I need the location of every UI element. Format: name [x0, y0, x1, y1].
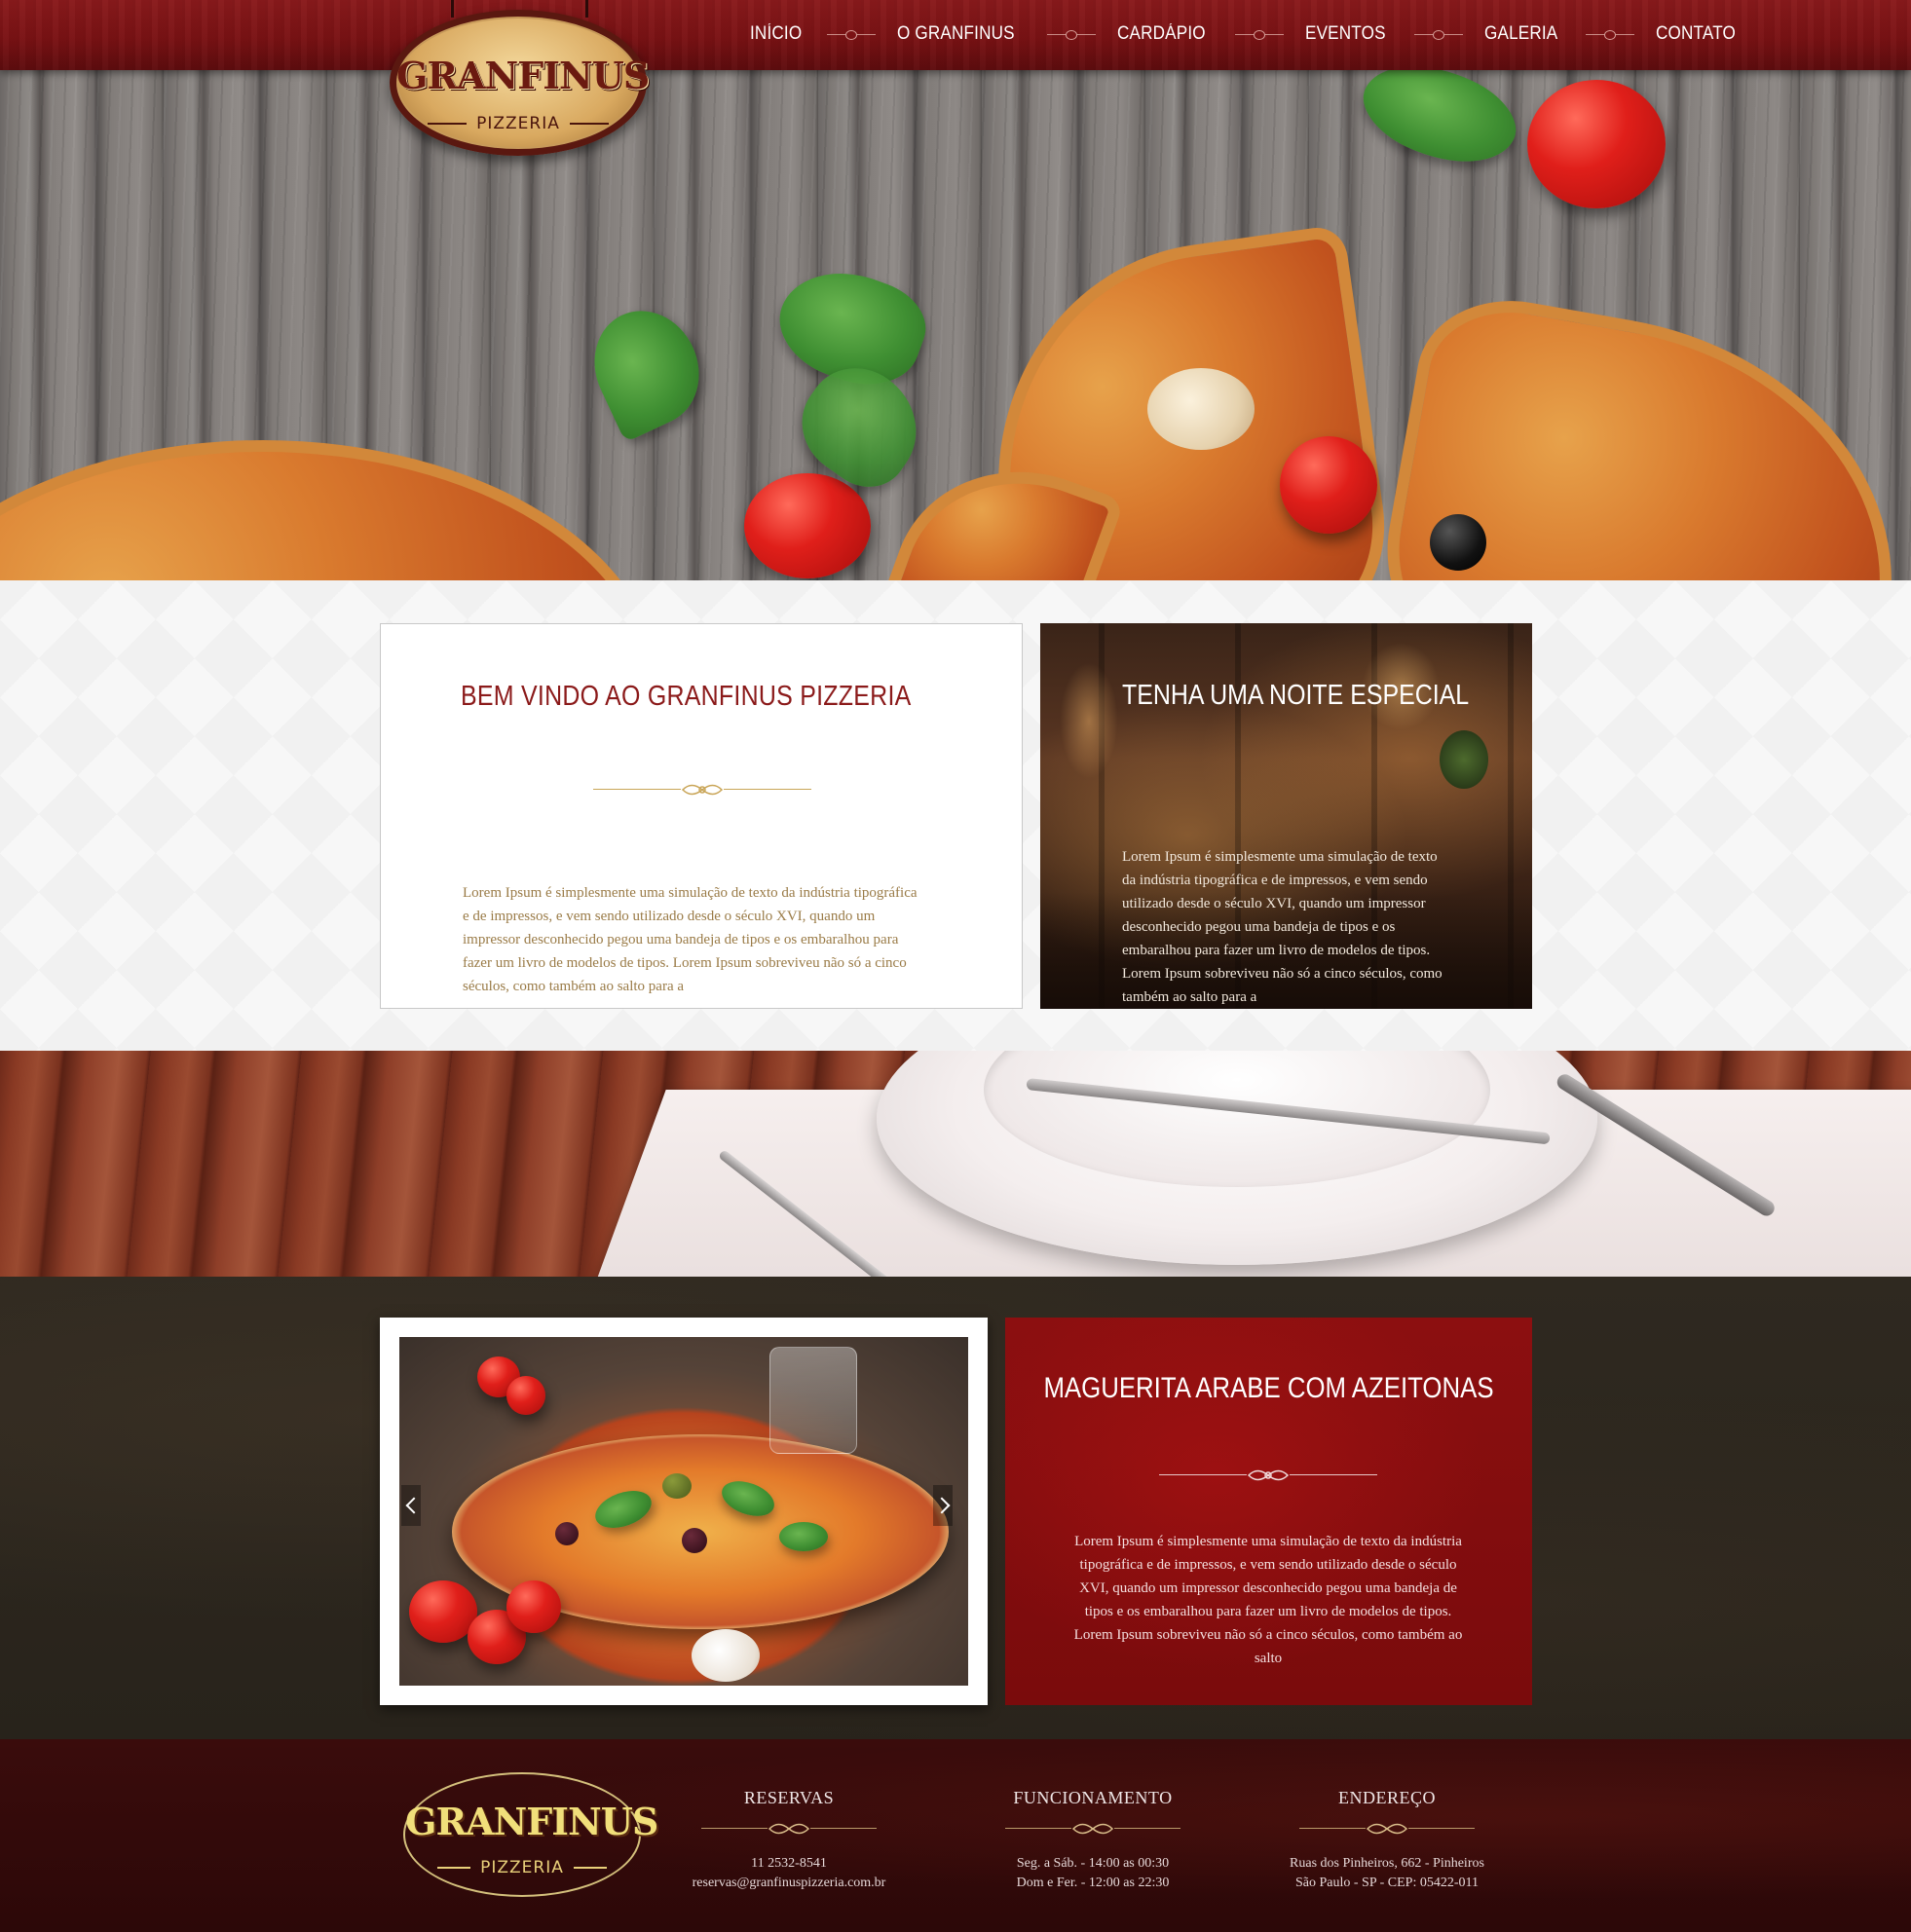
featured-pizza-title: MAGUERITA ARABE COM AZEITONAS: [1043, 1372, 1494, 1404]
footer-hours-weekend: Dom e Fer. - 12:00 as 22:30: [1016, 1876, 1170, 1890]
slider-prev-arrow-icon[interactable]: [401, 1485, 421, 1526]
olive-image: [555, 1522, 579, 1545]
featured-photo-frame: [380, 1318, 988, 1705]
radish-image: [506, 1376, 545, 1415]
logo-wordmark: GRANFINUS: [405, 1800, 658, 1843]
tomato-image: [506, 1580, 561, 1633]
logo-chain: [585, 0, 588, 18]
olive-image: [1430, 514, 1486, 571]
welcome-text: Lorem Ipsum é simplesmente uma simulação…: [463, 885, 918, 994]
tomato-image: [1280, 436, 1377, 534]
footer-phone[interactable]: 11 2532-8541: [643, 1856, 935, 1872]
garlic-image: [692, 1629, 760, 1682]
logo-subtitle: PIZZERIA: [405, 1858, 639, 1877]
divider-ornament: [1299, 1817, 1475, 1840]
featured-pizza-image: [399, 1337, 968, 1686]
nav-item-contato[interactable]: CONTATO: [1656, 23, 1736, 45]
featured-pizza-section: MAGUERITA ARABE COM AZEITONAS Lorem Ipsu…: [0, 1277, 1911, 1739]
footer-address-street: Ruas dos Pinheiros, 662 - Pinheiros: [1290, 1856, 1484, 1871]
featured-pizza-card: MAGUERITA ARABE COM AZEITONAS Lorem Ipsu…: [1005, 1318, 1532, 1705]
basil-leaf-image: [779, 1522, 828, 1551]
mushroom-image: [1147, 368, 1255, 450]
footer-funcionamento-title: FUNCIONAMENTO: [1013, 1788, 1173, 1807]
nav-separator-ornament: [1585, 27, 1634, 41]
hero-banner: [0, 0, 1911, 580]
footer-endereco-title: ENDEREÇO: [1338, 1788, 1436, 1807]
nav-separator-ornament: [1047, 27, 1097, 41]
nav-separator-ornament: [827, 27, 877, 41]
welcome-title: BEM VINDO AO GRANFINUS PIZZERIA: [461, 681, 912, 712]
olive-image: [662, 1473, 692, 1499]
footer-reservas-title: RESERVAS: [743, 1788, 835, 1807]
glass-image: [769, 1347, 857, 1454]
pizza-image: [0, 440, 662, 580]
tomato-image: [744, 473, 871, 578]
footer: GRANFINUS PIZZERIA RESERVAS 11 2532-8541…: [0, 1739, 1911, 1932]
flourish-icon: [768, 1823, 810, 1835]
footer-email-link[interactable]: reservas@granfinuspizzeria.com.br: [643, 1876, 935, 1891]
nav-item-inicio[interactable]: INÍCIO: [750, 23, 802, 45]
footer-hours-weekdays: Seg. a Sáb. - 14:00 as 00:30: [1016, 1856, 1170, 1871]
logo[interactable]: GRANFINUS PIZZERIA: [390, 10, 650, 156]
welcome-section: BEM VINDO AO GRANFINUS PIZZERIA Lorem Ip…: [0, 580, 1911, 1051]
nav-item-eventos[interactable]: EVENTOS: [1305, 23, 1386, 45]
divider-ornament: [1005, 1817, 1180, 1840]
tomato-image: [1527, 80, 1666, 208]
divider-ornament: [701, 1817, 877, 1840]
nav-item-cardapio[interactable]: CARDÁPIO: [1117, 23, 1206, 45]
nav-item-o-granfinus[interactable]: O GRANFINUS: [897, 23, 1015, 45]
flourish-icon: [1247, 1469, 1290, 1481]
footer-address-city: São Paulo - SP - CEP: 05422-011: [1295, 1876, 1479, 1890]
main-nav: INÍCIO O GRANFINUS CARDÁPIO EVENTOS GALE…: [750, 23, 1744, 45]
divider-ornament: [1159, 1464, 1377, 1487]
table-setting-banner: [0, 1051, 1911, 1277]
olive-image: [682, 1528, 707, 1553]
flourish-icon: [1366, 1823, 1408, 1835]
basil-leaf-image: [576, 293, 718, 443]
welcome-card: BEM VINDO AO GRANFINUS PIZZERIA Lorem Ip…: [380, 623, 1023, 1009]
footer-logo[interactable]: GRANFINUS PIZZERIA: [403, 1772, 658, 1897]
special-night-title: TENHA UMA NOITE ESPECIAL: [1122, 680, 1470, 711]
divider-ornament: [593, 778, 811, 801]
logo-subtitle: PIZZERIA: [396, 114, 640, 133]
flourish-icon: [1071, 1823, 1114, 1835]
nav-separator-ornament: [1414, 27, 1464, 41]
flourish-icon: [681, 784, 724, 796]
logo-wordmark: GRANFINUS: [396, 54, 650, 97]
nav-item-galeria[interactable]: GALERIA: [1484, 23, 1557, 45]
logo-chain: [451, 0, 454, 18]
special-night-text: Lorem Ipsum é simplesmente uma simulação…: [1122, 849, 1443, 1005]
nav-separator-ornament: [1235, 27, 1285, 41]
slider-next-arrow-icon[interactable]: [933, 1485, 953, 1526]
special-night-card: TENHA UMA NOITE ESPECIAL Lorem Ipsum é s…: [1040, 623, 1532, 1009]
featured-pizza-text: Lorem Ipsum é simplesmente uma simulação…: [1073, 1534, 1463, 1666]
